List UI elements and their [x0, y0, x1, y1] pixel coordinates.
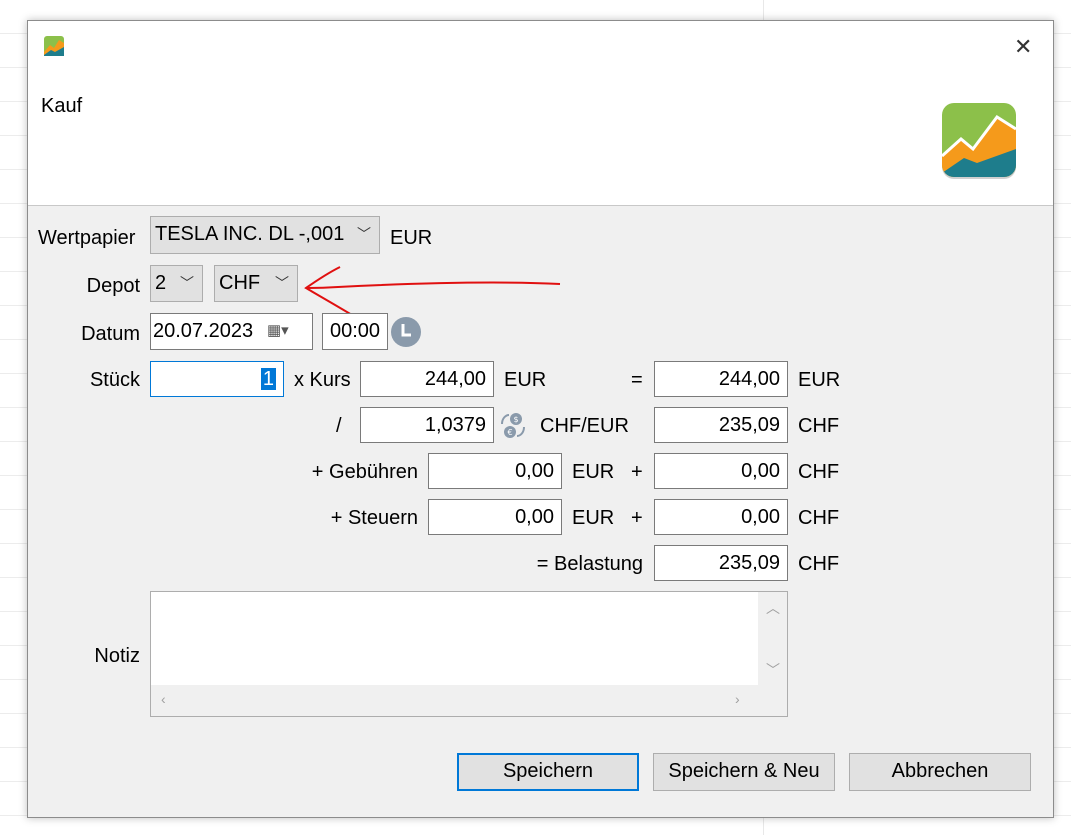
taxes-converted-input[interactable]: 0,00 [654, 499, 788, 535]
clock-icon[interactable] [390, 316, 422, 348]
fees-converted-input[interactable]: 0,00 [654, 453, 788, 489]
stueck-value: 1 [260, 368, 276, 390]
app-small-icon [44, 36, 64, 56]
fees-label: + Gebühren [311, 461, 418, 483]
scroll-left-icon[interactable]: ‹ [161, 691, 166, 707]
annotation-arrow [304, 266, 561, 316]
total-currency: CHF [798, 553, 840, 575]
wertpapier-currency: EUR [390, 227, 433, 249]
date-value: 20.07.2023 [153, 320, 254, 342]
fees-converted-currency: CHF [798, 461, 840, 483]
currency-convert-icon[interactable]: $ € [498, 410, 528, 440]
vertical-scrollbar[interactable]: ︿ ﹀ [758, 592, 787, 685]
svg-text:€: € [507, 428, 512, 437]
rate-unit: CHF/EUR [540, 415, 629, 437]
datum-label: Datum [81, 323, 140, 345]
divide-sign: / [336, 415, 342, 437]
horizontal-scrollbar[interactable]: ‹ › [151, 685, 758, 716]
converted-input[interactable]: 244,00 [654, 361, 788, 397]
scroll-up-icon[interactable]: ︿ [766, 598, 780, 618]
kurs-input[interactable]: 244,00 [360, 361, 494, 397]
depot-select[interactable]: 2 ﹀ [150, 265, 203, 302]
depot-currency-select[interactable]: CHF ﹀ [214, 265, 298, 302]
depot-currency-value: CHF [219, 272, 261, 294]
wertpapier-select[interactable]: TESLA INC. DL -,001 ﹀ [150, 216, 380, 254]
time-input[interactable]: 00:00 [322, 313, 388, 350]
app-logo-icon [942, 103, 1016, 179]
rate-input[interactable]: 1,0379 [360, 407, 494, 443]
rate-result-currency: CHF [798, 415, 840, 437]
taxes-converted-currency: CHF [798, 507, 840, 529]
dialog-title: Kauf [41, 95, 83, 117]
scroll-down-icon[interactable]: ﹀ [766, 660, 780, 680]
total-label: = Belastung [536, 553, 643, 575]
equals-sign: = [631, 369, 643, 391]
cancel-button[interactable]: Abbrechen [849, 753, 1031, 791]
total-input[interactable]: 235,09 [654, 545, 788, 581]
scroll-right-icon[interactable]: › [735, 691, 740, 707]
fees-input[interactable]: 0,00 [428, 453, 562, 489]
wertpapier-label: Wertpapier [38, 227, 136, 249]
scroll-corner [758, 685, 787, 716]
taxes-currency: EUR [572, 507, 615, 529]
rate-result-input[interactable]: 235,09 [654, 407, 788, 443]
kurs-label: x Kurs [294, 369, 351, 391]
stueck-input[interactable]: 1 [150, 361, 284, 397]
stueck-label: Stück [89, 369, 140, 391]
kurs-currency: EUR [504, 369, 547, 391]
converted-currency: EUR [798, 369, 841, 391]
taxes-label: + Steuern [330, 507, 418, 529]
purchase-dialog: ✕ Kauf Wertpapier TESLA INC. DL -,001 ﹀ … [27, 20, 1054, 818]
dialog-header: ✕ Kauf [28, 21, 1053, 206]
chevron-down-icon: ﹀ [180, 275, 194, 291]
chevron-down-icon: ﹀ [275, 275, 289, 291]
depot-value: 2 [155, 272, 167, 294]
plus-sign: + [631, 507, 643, 529]
notiz-label: Notiz [94, 645, 140, 667]
close-button[interactable]: ✕ [1014, 35, 1032, 59]
save-new-button[interactable]: Speichern & Neu [653, 753, 835, 791]
wertpapier-value: TESLA INC. DL -,001 [155, 223, 345, 245]
save-button[interactable]: Speichern [457, 753, 639, 791]
calendar-icon[interactable]: ▦▾ [267, 314, 289, 348]
date-input[interactable]: 20.07.2023 ▦▾ [150, 313, 313, 350]
notiz-textarea[interactable]: ︿ ﹀ ‹ › [150, 591, 788, 717]
svg-text:$: $ [513, 415, 518, 424]
chevron-down-icon: ﹀ [357, 226, 371, 242]
plus-sign: + [631, 461, 643, 483]
taxes-input[interactable]: 0,00 [428, 499, 562, 535]
fees-currency: EUR [572, 461, 615, 483]
depot-label: Depot [86, 275, 140, 297]
